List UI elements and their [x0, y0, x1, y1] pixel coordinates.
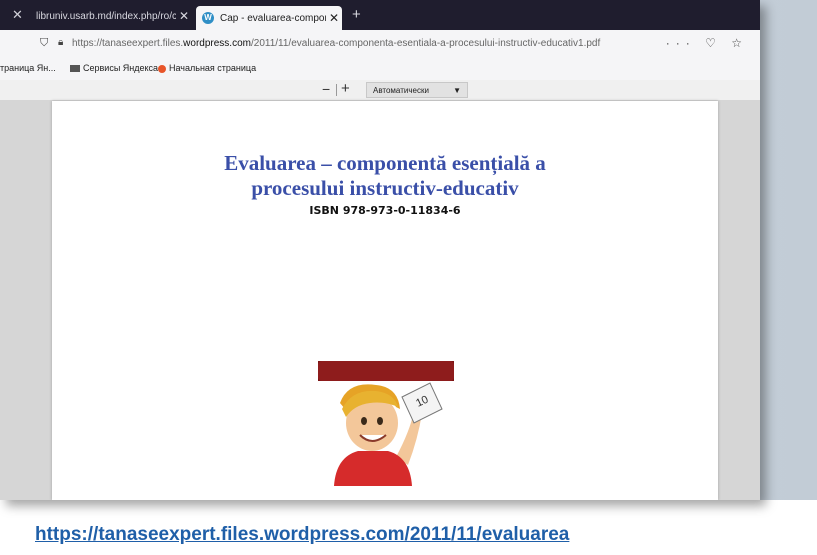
tab-label: libruniv.usarb.md/index.php/ro/co: [36, 10, 176, 22]
zoom-in-button[interactable]: +: [341, 80, 350, 97]
divider: [336, 84, 337, 96]
title-line: Evaluarea – componentă esențială a: [224, 151, 546, 175]
tab-label: Cap - evaluarea-componenta-: [220, 12, 326, 24]
bookmarks-bar: траница Ян... Сервисы Яндекса Начальная …: [0, 58, 760, 81]
zoom-value: Автоматически: [373, 86, 429, 95]
browser-window: ✕ libruniv.usarb.md/index.php/ro/co ✕ W …: [0, 0, 760, 500]
zoom-select[interactable]: Автоматически ▼: [366, 82, 468, 98]
close-tab-icon[interactable]: ✕: [326, 11, 342, 25]
bookmark-item[interactable]: Начальная страница: [158, 63, 256, 73]
source-link[interactable]: https://tanaseexpert.files.wordpress.com…: [35, 524, 569, 546]
shield-icon[interactable]: ⛉: [40, 37, 48, 50]
page-actions: ··· ♡ ☆: [666, 36, 748, 50]
star-icon[interactable]: ☆: [731, 36, 748, 50]
tab-pdf[interactable]: W Cap - evaluarea-componenta- ✕: [196, 6, 342, 30]
document-title: Evaluarea – componentă esențială a proce…: [52, 151, 718, 201]
new-tab-icon[interactable]: +: [352, 6, 361, 23]
isbn-text: ISBN 978-973-0-11834-6: [309, 204, 461, 217]
pdf-page: Evaluarea – componentă esențială a proce…: [52, 101, 718, 500]
bookmark-item[interactable]: траница Ян...: [0, 63, 56, 73]
caption: https://tanaseexpert.files.wordpress.com…: [0, 506, 817, 555]
wordpress-icon: W: [202, 12, 214, 24]
lock-icon[interactable]: 🔒︎: [58, 37, 63, 48]
address-bar[interactable]: https://tanaseexpert.files.wordpress.com…: [72, 38, 600, 49]
pdf-toolbar: − + Автоматически ▼: [0, 80, 760, 101]
close-icon[interactable]: ✕: [12, 7, 23, 23]
tab-libruniv[interactable]: libruniv.usarb.md/index.php/ro/co ✕: [30, 5, 192, 27]
bookmark-item[interactable]: Сервисы Яндекса: [70, 63, 158, 73]
firefox-icon: [158, 64, 166, 73]
cover-illustration: 10: [318, 361, 454, 486]
pocket-icon[interactable]: ♡: [705, 36, 722, 50]
more-icon[interactable]: ···: [666, 36, 696, 50]
chevron-down-icon: ▼: [453, 86, 461, 95]
close-tab-icon[interactable]: ✕: [176, 9, 192, 23]
title-line: procesului instructiv-educativ: [251, 176, 519, 200]
tab-bar: ✕ libruniv.usarb.md/index.php/ro/co ✕ W …: [0, 0, 760, 30]
pdf-viewer[interactable]: Evaluarea – componentă esențială a proce…: [0, 101, 760, 500]
zoom-out-button[interactable]: −: [322, 81, 330, 97]
folder-icon: [70, 65, 80, 73]
navigation-bar: ⛉ 🔒︎ https://tanaseexpert.files.wordpres…: [0, 30, 760, 58]
